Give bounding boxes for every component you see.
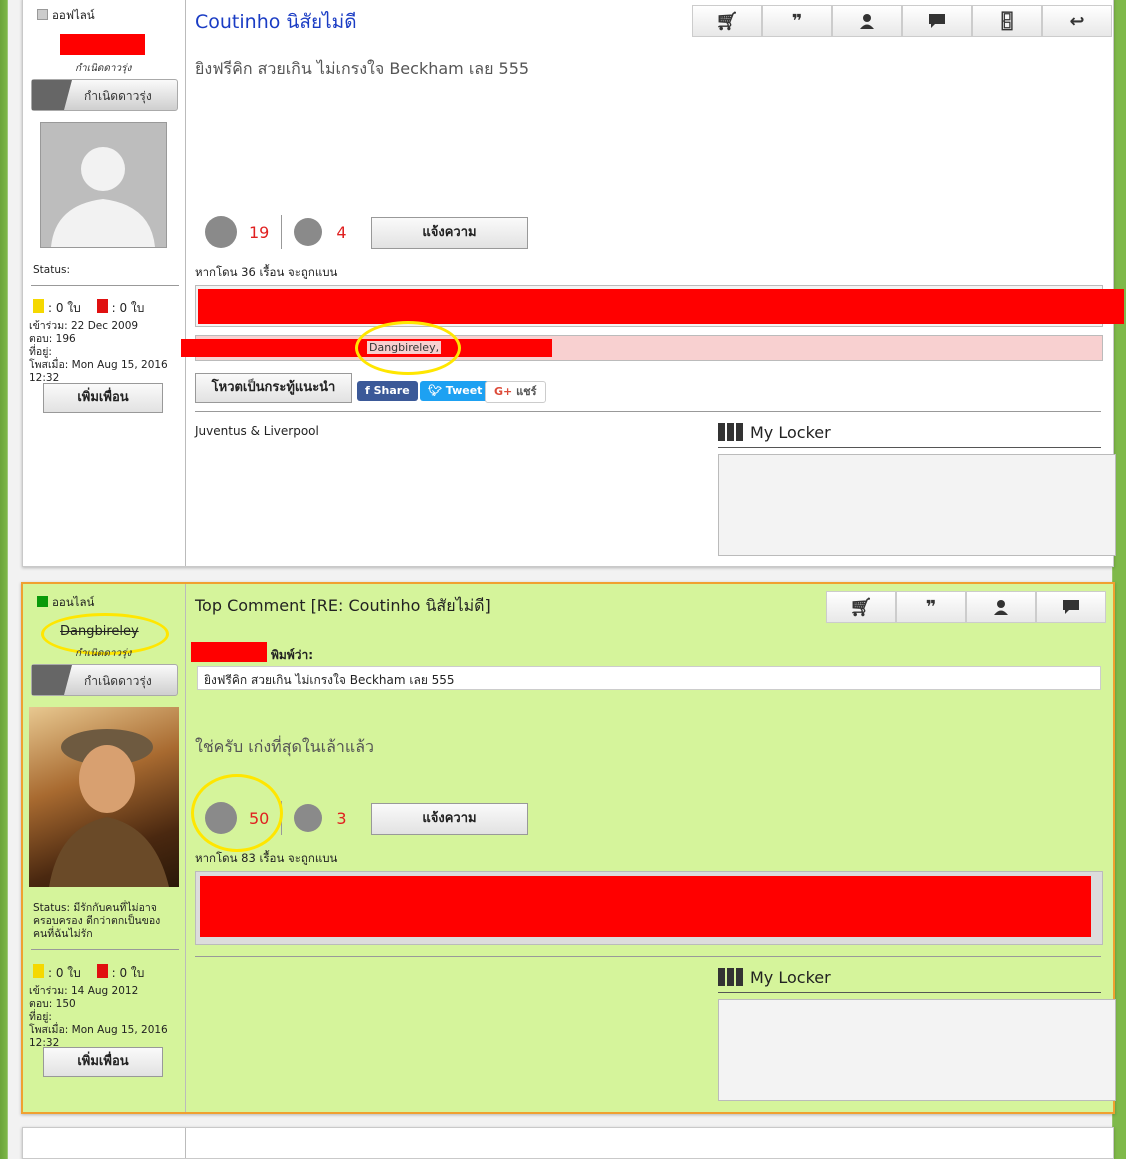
divider xyxy=(195,411,1101,412)
twitter-share-button[interactable]: 🐦︎ Tweet xyxy=(420,381,491,401)
dislike-face-icon[interactable] xyxy=(294,218,323,246)
quote-icon[interactable]: ❞ xyxy=(762,5,832,37)
cart-icon[interactable]: 🛒︎ xyxy=(826,591,896,623)
quote-author-redaction xyxy=(191,642,267,662)
post-1: ออฟไลน์ กำเนิดดาวรุ่ง กำเนิดดาวรุ่ง Stat… xyxy=(22,0,1124,567)
post-3-author-panel xyxy=(23,1128,186,1158)
my-locker-heading: My Locker xyxy=(718,968,831,987)
post-3-partial xyxy=(22,1127,1114,1159)
user-icon[interactable] xyxy=(832,5,902,37)
rank-label: กำเนิดดาวรุ่ง xyxy=(75,648,132,659)
highlight-circle xyxy=(355,321,461,375)
quote-label: พิมพ์ว่า: xyxy=(271,648,314,662)
card-counts: : 0 ใบ : 0 ใบ xyxy=(33,299,144,318)
yellow-card-icon xyxy=(33,964,44,978)
locker-box xyxy=(718,454,1116,556)
divider xyxy=(195,956,1101,957)
quote-icon[interactable]: ❞ xyxy=(896,591,966,623)
post-body: ใช่ครับ เก่งที่สุดในเล้าแล้ว xyxy=(195,737,374,756)
user-photo-icon xyxy=(49,729,169,887)
sandal-icon xyxy=(32,80,72,110)
divider xyxy=(31,949,179,950)
post-title: Top Comment [RE: Coutinho นิสัยไม่ดี] xyxy=(195,596,491,615)
dislike-count: 3 xyxy=(336,808,347,828)
divider xyxy=(718,447,1101,448)
online-indicator-icon xyxy=(37,596,48,607)
default-avatar-icon xyxy=(51,147,155,247)
report-button[interactable]: แจ้งความ xyxy=(371,803,528,835)
facebook-icon: f xyxy=(365,384,374,397)
like-count: 19 xyxy=(249,222,270,242)
ban-note: หากโดน 36 เรื้อน จะถูกแบน xyxy=(195,265,338,279)
post-title: Coutinho นิสัยไม่ดี xyxy=(195,11,357,33)
offline-indicator-icon xyxy=(37,9,48,20)
user-icon[interactable] xyxy=(966,591,1036,623)
online-status: ออฟไลน์ xyxy=(37,7,95,25)
add-friend-button[interactable]: เพิ่มเพื่อน xyxy=(43,383,163,413)
ban-note: หากโดน 83 เรื้อน จะถูกแบน xyxy=(195,851,338,865)
rank-label: กำเนิดดาวรุ่ง xyxy=(75,63,132,74)
reply-icon[interactable]: ↩ xyxy=(1042,5,1112,37)
post-1-author-panel: ออฟไลน์ กำเนิดดาวรุ่ง กำเนิดดาวรุ่ง Stat… xyxy=(23,0,186,566)
report-button[interactable]: แจ้งความ xyxy=(371,217,528,249)
sandal-icon xyxy=(32,665,72,695)
highlight-circle xyxy=(191,774,283,852)
divider xyxy=(31,285,179,286)
red-card-icon xyxy=(96,964,108,978)
member-info: เข้าร่วม: 22 Dec 2009 ตอบ: 196 ที่อยู่: … xyxy=(29,320,168,384)
yellow-card-icon xyxy=(33,299,44,313)
door-icon[interactable]: 🚪︎ xyxy=(972,5,1042,37)
post-1-content: Coutinho นิสัยไม่ดี 🛒︎ ❞ 🚪︎ ↩ ยิงฟรีคิก … xyxy=(181,0,1124,566)
my-locker-heading: My Locker xyxy=(718,423,831,442)
status-text: Status: มีรักกับคนที่ไม่อาจครอบครอง ดีกว… xyxy=(33,902,161,940)
rank-badge[interactable]: กำเนิดดาวรุ่ง xyxy=(31,664,178,696)
quote-box: ยิงฟรีคิก สวยเกิน ไม่เกรงใจ Beckham เลย … xyxy=(197,666,1101,690)
status-label: Status: xyxy=(33,264,70,276)
vote-bar: 19 4 xyxy=(205,215,347,249)
twitter-icon: 🐦︎ xyxy=(428,384,446,397)
comment-icon[interactable] xyxy=(902,5,972,37)
cart-icon[interactable]: 🛒︎ xyxy=(692,5,762,37)
locker-icon xyxy=(718,968,744,986)
facebook-share-button[interactable]: f Share xyxy=(357,381,418,401)
dislike-face-icon[interactable] xyxy=(294,804,323,832)
comment-icon[interactable] xyxy=(1036,591,1106,623)
post-toolbar: 🛒︎ ❞ xyxy=(826,591,1106,623)
member-info: เข้าร่วม: 14 Aug 2012 ตอบ: 150 ที่อยู่: … xyxy=(29,985,168,1049)
avatar[interactable] xyxy=(40,122,167,248)
gplus-icon: G+ xyxy=(494,385,517,398)
post-body: ยิงฟรีคิก สวยเกิน ไม่เกรงใจ Beckham เลย … xyxy=(195,59,530,78)
signature-redaction xyxy=(198,289,1124,324)
avatar[interactable] xyxy=(29,707,179,887)
card-counts: : 0 ใบ : 0 ใบ xyxy=(33,964,144,983)
dislike-count: 4 xyxy=(336,222,347,242)
locker-icon xyxy=(718,423,744,441)
post-toolbar: 🛒︎ ❞ 🚪︎ ↩ xyxy=(692,5,1112,37)
signature-text: Juventus & Liverpool xyxy=(195,424,319,438)
post-2-content: Top Comment [RE: Coutinho นิสัยไม่ดี] 🛒︎… xyxy=(191,584,1116,1112)
locker-box xyxy=(718,999,1116,1101)
online-status: ออนไลน์ xyxy=(37,594,94,612)
vote-recommend-button[interactable]: โหวตเป็นกระทู้แนะนำ xyxy=(195,373,352,403)
gplus-share-button[interactable]: G+ แชร์ xyxy=(485,381,546,403)
like-face-icon[interactable] xyxy=(205,216,237,248)
post-2-top-comment: ออนไลน์ Dangbireley กำเนิดดาวรุ่ง กำเนิด… xyxy=(21,582,1116,1114)
red-card-icon xyxy=(96,299,108,313)
username-redaction xyxy=(60,34,145,55)
post-2-author-panel: ออนไลน์ Dangbireley กำเนิดดาวรุ่ง กำเนิด… xyxy=(23,584,186,1112)
signature-redaction xyxy=(200,876,1091,937)
add-friend-button[interactable]: เพิ่มเพื่อน xyxy=(43,1047,163,1077)
divider xyxy=(718,992,1101,993)
rank-badge[interactable]: กำเนิดดาวรุ่ง xyxy=(31,79,178,111)
